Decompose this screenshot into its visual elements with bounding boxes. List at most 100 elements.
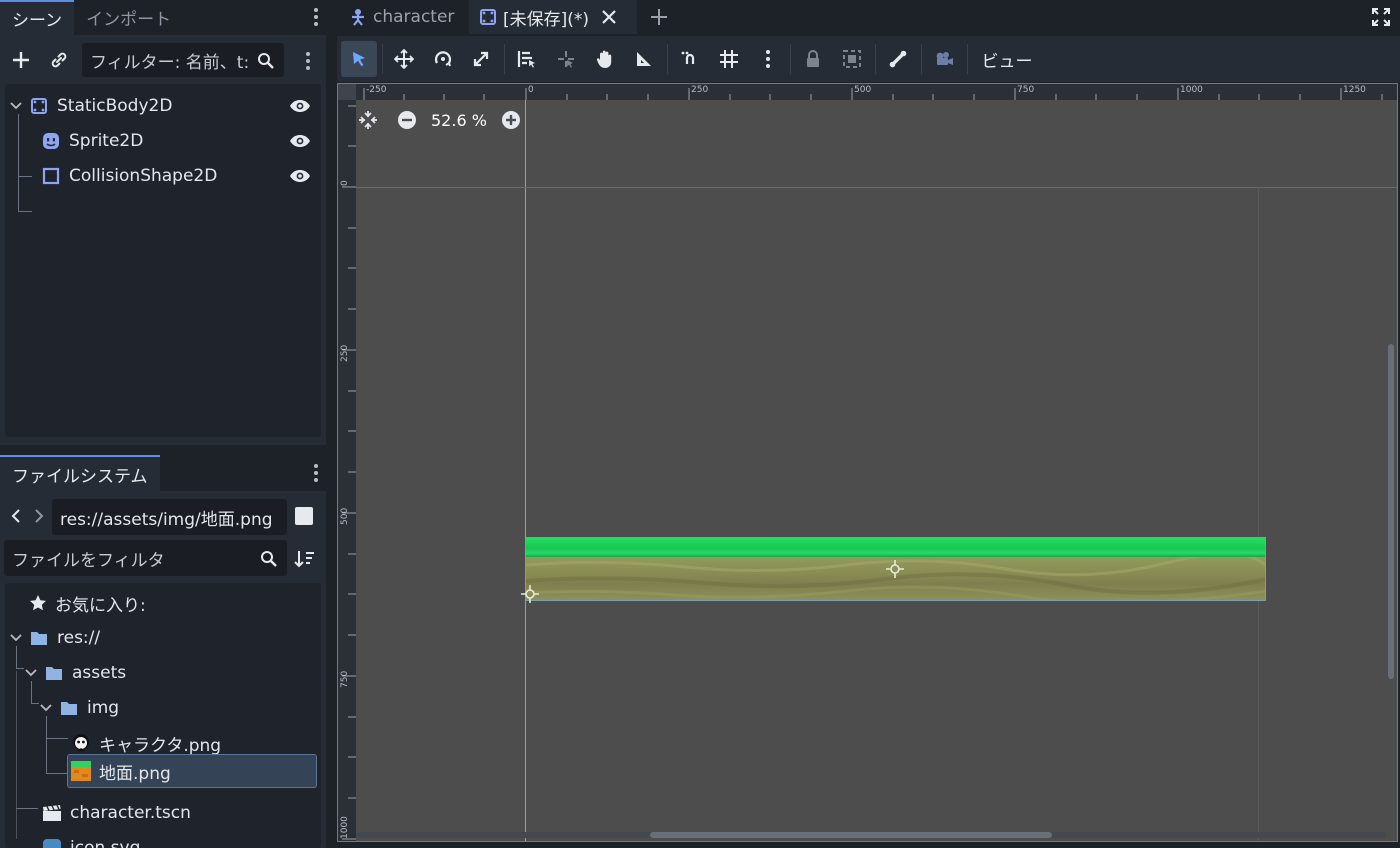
ruler-y-label: 1000 [340,816,350,839]
tab-import[interactable]: インポート [74,0,183,35]
ruler-corner [338,84,356,100]
group-icon[interactable] [834,41,870,77]
list-select-icon[interactable] [509,41,545,77]
filesystem-dock: res://assets/img/地面.png ファイルをフィルタ お気に入り: [0,491,326,848]
zoom-out-icon[interactable] [397,110,417,130]
dock-splitter[interactable] [326,0,337,848]
tree-guide-line [31,681,32,703]
scene-dock-menu-icon[interactable] [310,6,322,28]
rotate-mode-icon[interactable] [425,41,461,77]
tree-guide-line [18,114,19,212]
file-item-icon-svg[interactable]: icon.svg [42,833,140,848]
file-item-label: icon.svg [70,838,141,848]
left-dock: シーン インポート フィルター: 名前、t: StaticBody2D Spri… [0,0,326,848]
horizontal-ruler[interactable]: -250 0 250 500 750 1000 1250 [356,84,1397,100]
toolbar-separator [790,44,791,74]
path-field[interactable]: res://assets/img/地面.png [52,499,287,535]
scene-tree-menu-icon[interactable] [302,50,314,72]
tree-guide-line [46,773,68,774]
visibility-eye-icon[interactable] [289,169,311,183]
tree-node-sprite2d[interactable]: Sprite2D [42,126,315,156]
chevron-down-icon[interactable] [24,666,38,680]
tab-scene[interactable]: シーン [0,0,75,35]
chevron-down-icon[interactable] [9,631,23,645]
favorites-label: お気に入り: [55,595,146,616]
new-scene-tab-icon[interactable] [645,4,673,30]
folder-icon [31,632,47,645]
tree-guide-line [18,176,32,177]
zoom-controls: 52.6 % [358,106,521,134]
center-view-icon[interactable] [358,110,378,130]
distraction-free-icon[interactable] [1369,5,1393,29]
tree-guide-line [16,808,38,809]
static-body-2d-icon [31,98,47,114]
file-item-ground-png[interactable]: 地面.png [67,754,317,788]
tab-filesystem[interactable]: ファイルシステム [0,455,160,491]
visibility-eye-icon[interactable] [289,99,311,113]
instantiate-scene-icon[interactable] [46,45,72,75]
file-item-label: res:// [57,628,101,648]
file-item-label: 地面.png [99,763,171,784]
ruler-x-label: 500 [854,85,872,95]
back-arrow-icon[interactable] [6,501,26,531]
scene-tab-character[interactable]: character [339,0,467,34]
pivot-mode-icon[interactable] [548,41,584,77]
view-menu-button[interactable]: ビュー [975,41,1039,77]
node-pivot-icon[interactable] [886,560,904,578]
zoom-in-icon[interactable] [501,110,521,130]
skeleton-bone-icon[interactable] [880,41,916,77]
collision-pivot-icon[interactable] [521,585,539,603]
vertical-ruler[interactable]: 0 250 500 750 1000 [338,100,356,841]
tree-guide-line [46,738,68,739]
camera-override-icon[interactable] [926,41,962,77]
collision-shape-2d-icon [42,167,60,185]
forward-arrow-icon[interactable] [29,501,49,531]
file-item-character-tscn[interactable]: character.tscn [42,798,191,828]
file-item-img[interactable]: img [39,693,119,723]
scene-tab-label: [未保存](*) [503,9,590,30]
ruler-y-label: 250 [340,344,350,362]
tree-guide-line [16,671,17,839]
lock-icon[interactable] [795,41,831,77]
scene-tab-bar: character [未保存](*) [337,0,1400,34]
file-item-assets[interactable]: assets [24,658,126,688]
folder-icon [46,667,62,680]
vertical-scrollbar[interactable] [1388,344,1394,679]
smart-snap-icon[interactable] [672,41,708,77]
tree-node-collisionshape2d[interactable]: CollisionShape2D [42,161,315,191]
visibility-eye-icon[interactable] [289,134,311,148]
file-item-res-root[interactable]: res:// [9,623,100,653]
add-node-icon[interactable] [8,45,34,75]
tree-guide-line [31,703,39,704]
grid-snap-icon[interactable] [711,41,747,77]
file-filter-input[interactable]: ファイルをフィルタ [4,540,287,576]
scene-tab-unsaved[interactable]: [未保存](*) [469,0,637,34]
zoom-level[interactable]: 52.6 % [431,111,499,130]
tree-guide-line [16,668,24,669]
toggle-split-mode-icon[interactable] [294,506,314,526]
scale-mode-icon[interactable] [463,41,499,77]
filesystem-dock-menu-icon[interactable] [310,462,322,484]
ruler-y-label: 0 [340,180,350,186]
search-icon [261,551,277,567]
scene-tab-label: character [373,7,455,27]
scene-filter-input[interactable]: フィルター: 名前、t: [82,43,284,77]
pan-mode-icon[interactable] [587,41,623,77]
tree-node-staticbody2d[interactable]: StaticBody2D [9,91,315,121]
ruler-mode-icon[interactable] [626,41,662,77]
file-filter-placeholder: ファイルをフィルタ [12,550,165,571]
close-icon[interactable] [601,9,617,25]
ground-image-thumbnail-icon [71,761,91,781]
grass-layer [526,538,1265,557]
tree-guide-line [46,716,47,773]
chevron-down-icon[interactable] [39,701,53,715]
canvas-viewport[interactable]: -250 0 250 500 750 1000 1250 0 250 500 7… [337,83,1398,842]
select-mode-icon[interactable] [341,41,377,77]
sort-icon[interactable] [292,547,316,571]
favorites-row[interactable]: お気に入り: [29,588,146,618]
chevron-down-icon[interactable] [9,99,23,113]
character-image-thumbnail-icon [73,734,89,751]
horizontal-scrollbar[interactable] [650,832,1052,838]
snap-options-icon[interactable] [750,41,786,77]
move-mode-icon[interactable] [386,41,422,77]
